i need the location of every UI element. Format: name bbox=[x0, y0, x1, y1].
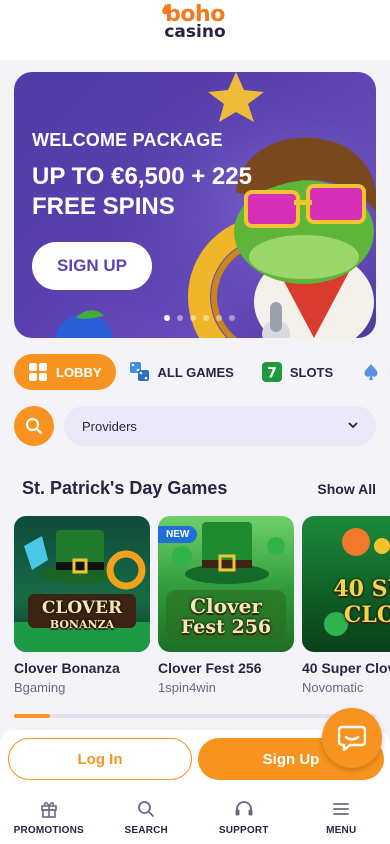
carousel-dot[interactable] bbox=[177, 315, 183, 321]
svg-text:7: 7 bbox=[267, 366, 277, 382]
grid-icon bbox=[28, 362, 48, 382]
game-name: 40 Super Clover bbox=[302, 660, 390, 676]
carousel-dots bbox=[164, 315, 235, 321]
game-provider: 1spin4win bbox=[158, 680, 216, 695]
games-scrollbar-thumb[interactable] bbox=[14, 714, 51, 718]
logo-text-bottom: casino bbox=[164, 22, 226, 42]
promo-banner[interactable]: WELCOME PACKAGE UP TO €6,500 + 225 FREE … bbox=[14, 72, 376, 338]
show-all-link[interactable]: Show All bbox=[317, 481, 376, 497]
games-scrollbar[interactable] bbox=[14, 714, 376, 718]
nav-label: SEARCH bbox=[124, 824, 168, 836]
games-row: CLOVER BONANZA Clover Bonanza Bgaming NE… bbox=[14, 516, 390, 706]
game-provider: Novomatic bbox=[302, 680, 364, 695]
game-art-subtitle: Fest 256 bbox=[180, 616, 272, 638]
providers-label: Providers bbox=[82, 418, 137, 434]
game-thumbnail[interactable]: CLOVER BONANZA bbox=[14, 516, 150, 652]
game-art-subtitle: CLO bbox=[343, 602, 390, 628]
banner-pretitle: WELCOME PACKAGE bbox=[32, 130, 223, 150]
login-button[interactable]: Log In bbox=[8, 738, 192, 780]
header: boho casino bbox=[0, 0, 390, 60]
tab-lobby[interactable]: LOBBY bbox=[14, 354, 116, 390]
search-icon bbox=[137, 799, 155, 819]
game-provider: Bgaming bbox=[14, 680, 66, 695]
tab-all-games[interactable]: ALL GAMES bbox=[116, 354, 248, 390]
game-thumbnail[interactable]: 40 SU CLO bbox=[302, 516, 390, 652]
headset-icon bbox=[234, 799, 254, 819]
game-name: Clover Bonanza bbox=[14, 660, 120, 676]
gift-icon bbox=[40, 799, 58, 819]
carousel-dot[interactable] bbox=[164, 315, 170, 321]
nav-label: MENU bbox=[326, 824, 357, 836]
chat-icon bbox=[338, 725, 366, 751]
flame-icon bbox=[162, 4, 170, 15]
game-card[interactable]: CLOVER BONANZA Clover Bonanza Bgaming bbox=[14, 516, 150, 706]
game-card[interactable]: 40 SU CLO 40 Super Clover Novomatic bbox=[302, 516, 390, 706]
game-thumbnail[interactable]: NEW Clover Fest 256 bbox=[158, 516, 294, 652]
category-tabs: LOBBY ALL GAMES 7 SLOTS L bbox=[14, 354, 390, 390]
game-art-title: 40 SU bbox=[333, 576, 390, 602]
tab-slots[interactable]: 7 SLOTS bbox=[248, 354, 347, 390]
live-chat-button[interactable] bbox=[322, 708, 382, 768]
nav-promotions[interactable]: PROMOTIONS bbox=[0, 790, 98, 844]
nav-search[interactable]: SEARCH bbox=[98, 790, 196, 844]
banner-signup-button[interactable]: SIGN UP bbox=[32, 242, 152, 290]
app-root: boho casino WELCOME PACKAGE UP TO €6,500… bbox=[0, 0, 390, 844]
game-art-title: CLOVER bbox=[41, 598, 123, 618]
tab-label: LOBBY bbox=[56, 364, 102, 380]
banner-title: UP TO €6,500 + 225 FREE SPINS bbox=[32, 163, 252, 220]
seven-icon: 7 bbox=[261, 362, 282, 382]
dice-icon bbox=[129, 362, 150, 382]
game-art-subtitle: BONANZA bbox=[49, 618, 115, 631]
tab-label: SLOTS bbox=[289, 364, 334, 380]
nav-label: SUPPORT bbox=[218, 824, 269, 836]
tab-label: ALL GAMES bbox=[157, 364, 234, 380]
carousel-dot[interactable] bbox=[190, 315, 196, 321]
nav-label: PROMOTIONS bbox=[13, 824, 84, 836]
chevron-down-icon bbox=[348, 420, 358, 432]
search-button[interactable] bbox=[14, 406, 54, 446]
boho-casino-logo[interactable]: boho casino bbox=[162, 4, 226, 42]
game-name: Clover Fest 256 bbox=[158, 660, 262, 676]
carousel-dot[interactable] bbox=[229, 315, 235, 321]
menu-icon bbox=[332, 799, 350, 819]
carousel-dot[interactable] bbox=[203, 315, 209, 321]
game-card[interactable]: NEW Clover Fest 256 Clover Fest 256 1spi… bbox=[158, 516, 294, 706]
section-title: St. Patrick's Day Games bbox=[22, 478, 228, 498]
new-badge: NEW bbox=[158, 526, 198, 543]
tab-live[interactable]: L bbox=[347, 354, 390, 390]
clover-bonanza-art bbox=[14, 530, 150, 652]
game-art-title: Clover bbox=[190, 594, 262, 618]
search-icon bbox=[25, 417, 43, 435]
nav-menu[interactable]: MENU bbox=[293, 790, 390, 844]
nav-support[interactable]: SUPPORT bbox=[195, 790, 293, 844]
providers-dropdown[interactable]: Providers bbox=[64, 406, 376, 446]
spade-icon bbox=[361, 362, 381, 382]
carousel-dot[interactable] bbox=[216, 315, 222, 321]
bottom-nav: PROMOTIONS SEARCH SUPPORT MENU bbox=[0, 790, 390, 844]
